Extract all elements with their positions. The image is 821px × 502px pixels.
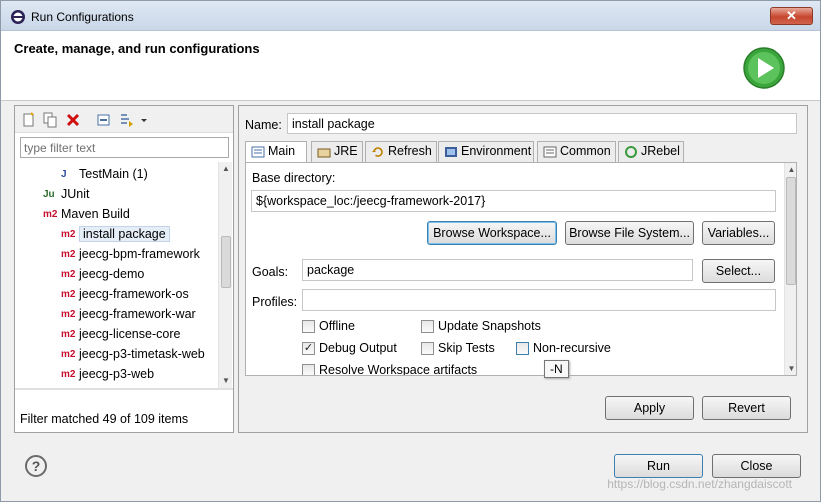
skip-tests-label: Skip Tests xyxy=(438,341,495,355)
tab-jre[interactable]: JRE xyxy=(311,141,363,162)
tree-item-jeecg-p3-timetask-web[interactable]: m2 jeecg-p3-timetask-web xyxy=(61,344,205,364)
profiles-input[interactable] xyxy=(302,289,776,311)
browse-file-system-button[interactable]: Browse File System... xyxy=(565,221,694,245)
tree-item-jeecg-demo[interactable]: m2 jeecg-demo xyxy=(61,264,144,284)
variables-button[interactable]: Variables... xyxy=(702,221,775,245)
skip-tests-checkbox[interactable] xyxy=(421,342,434,355)
maven-icon: m2 xyxy=(61,248,76,260)
name-input[interactable] xyxy=(287,113,797,134)
non-recursive-checkbox[interactable] xyxy=(516,342,529,355)
window-title: Run Configurations xyxy=(31,10,134,24)
tree-item-install-package[interactable]: m2 install package xyxy=(61,224,170,244)
eclipse-icon xyxy=(11,10,25,24)
select-goals-button[interactable]: Select... xyxy=(702,259,775,283)
revert-button[interactable]: Revert xyxy=(702,396,791,420)
junit-icon: Ju xyxy=(43,188,55,200)
configuration-list-panel: JTestMain (1) JuJUnit m2Maven Build m2in… xyxy=(14,105,234,433)
scroll-down-icon[interactable]: ▼ xyxy=(219,374,233,388)
maven-icon: m2 xyxy=(61,348,76,360)
close-window-button[interactable]: ✕ xyxy=(770,7,813,25)
title-bar: Run Configurations ✕ xyxy=(1,1,820,31)
environment-tab-icon xyxy=(445,146,457,157)
offline-checkbox[interactable] xyxy=(302,320,315,333)
tree-item-testmain[interactable]: J TestMain (1) xyxy=(61,164,148,184)
tree-bottom-edge xyxy=(15,388,233,390)
help-icon[interactable]: ? xyxy=(25,455,47,477)
tab-environment[interactable]: Environment xyxy=(438,141,534,162)
tree-item-jeecg-framework-os[interactable]: m2 jeecg-framework-os xyxy=(61,284,189,304)
name-label: Name: xyxy=(245,118,282,132)
run-button[interactable]: Run xyxy=(614,454,703,478)
close-button[interactable]: Close xyxy=(712,454,801,478)
tab-common[interactable]: Common xyxy=(537,141,616,162)
view-menu-chevron-down-icon[interactable] xyxy=(139,112,149,128)
tree-item-maven-build[interactable]: m2 Maven Build xyxy=(43,204,130,224)
collapse-all-icon[interactable] xyxy=(96,112,112,128)
tooltip: -N xyxy=(544,360,569,378)
common-tab-icon xyxy=(543,146,557,158)
duplicate-icon[interactable] xyxy=(42,112,58,128)
resolve-workspace-checkbox[interactable] xyxy=(302,364,315,375)
watermark: https://blog.csdn.net/zhangdaiscott xyxy=(607,477,792,491)
goals-label: Goals: xyxy=(252,265,289,279)
tree-item-jeecg-bpm-framework[interactable]: m2 jeecg-bpm-framework xyxy=(61,244,200,264)
tab-main[interactable]: Main xyxy=(245,141,307,163)
scroll-down-icon[interactable]: ▼ xyxy=(785,362,796,375)
goals-input[interactable] xyxy=(302,259,693,281)
content-scrollbar[interactable]: ▲ ▼ xyxy=(784,163,796,375)
java-test-icon: J xyxy=(61,168,67,180)
filter-input[interactable] xyxy=(20,137,229,158)
tree-item-junit[interactable]: Ju JUnit xyxy=(43,184,89,204)
tab-refresh[interactable]: Refresh xyxy=(365,141,437,162)
base-directory-label: Base directory: xyxy=(252,171,336,185)
jre-tab-icon xyxy=(317,148,331,158)
jrebel-tab-icon xyxy=(625,145,637,158)
tree-item-jeecg-license-core[interactable]: m2 jeecg-license-core xyxy=(61,324,180,344)
filter-status: Filter matched 49 of 109 items xyxy=(20,412,189,426)
configuration-tree: J TestMain (1) Ju JUnit m2 Maven Build m2 in… xyxy=(15,162,217,388)
update-snapshots-label: Update Snapshots xyxy=(438,319,541,333)
debug-output-label: Debug Output xyxy=(319,341,397,355)
scroll-up-icon[interactable]: ▲ xyxy=(219,162,233,176)
tree-item-jeecg-p3-web[interactable]: m2 jeecg-p3-web xyxy=(61,364,154,384)
maven-icon: m2 xyxy=(61,368,76,380)
maven-icon: m2 xyxy=(43,208,58,220)
tree-item-jeecg-framework-war[interactable]: m2 jeecg-framework-war xyxy=(61,304,196,324)
maven-icon: m2 xyxy=(61,268,76,280)
non-recursive-label: Non-recursive xyxy=(533,341,611,355)
scroll-thumb[interactable] xyxy=(786,177,796,285)
browse-workspace-button[interactable]: Browse Workspace... xyxy=(427,221,557,245)
run-configurations-dialog: Run Configurations ✕ Create, manage, and… xyxy=(0,0,821,502)
delete-icon[interactable] xyxy=(65,112,81,128)
debug-output-checkbox[interactable]: ✓ xyxy=(302,342,315,355)
maven-icon: m2 xyxy=(61,308,76,320)
run-icon xyxy=(743,47,785,89)
scroll-thumb[interactable] xyxy=(221,236,231,288)
main-tab-content: Base directory: Browse Workspace... Brow… xyxy=(245,162,797,376)
header-banner: Create, manage, and run configurations xyxy=(1,31,820,101)
configuration-editor-panel: Name: Main JRE Refresh Environment Commo… xyxy=(238,105,808,433)
offline-label: Offline xyxy=(319,319,355,333)
tree-scrollbar[interactable]: ▲ ▼ xyxy=(218,162,232,388)
refresh-tab-icon xyxy=(372,147,383,157)
banner-title: Create, manage, and run configurations xyxy=(14,41,260,56)
scroll-up-icon[interactable]: ▲ xyxy=(785,163,796,176)
update-snapshots-checkbox[interactable] xyxy=(421,320,434,333)
filter-icon[interactable] xyxy=(119,112,135,128)
config-toolbar xyxy=(15,106,233,133)
resolve-workspace-label: Resolve Workspace artifacts xyxy=(319,363,478,376)
profiles-label: Profiles: xyxy=(252,295,298,309)
tab-jrebel[interactable]: JRebel xyxy=(618,141,684,162)
maven-icon: m2 xyxy=(61,328,76,340)
base-directory-input[interactable] xyxy=(251,190,776,212)
main-tab-icon xyxy=(251,146,265,158)
new-configuration-icon[interactable] xyxy=(21,112,37,128)
apply-button[interactable]: Apply xyxy=(605,396,694,420)
maven-icon: m2 xyxy=(61,288,76,300)
maven-icon: m2 xyxy=(61,228,76,240)
